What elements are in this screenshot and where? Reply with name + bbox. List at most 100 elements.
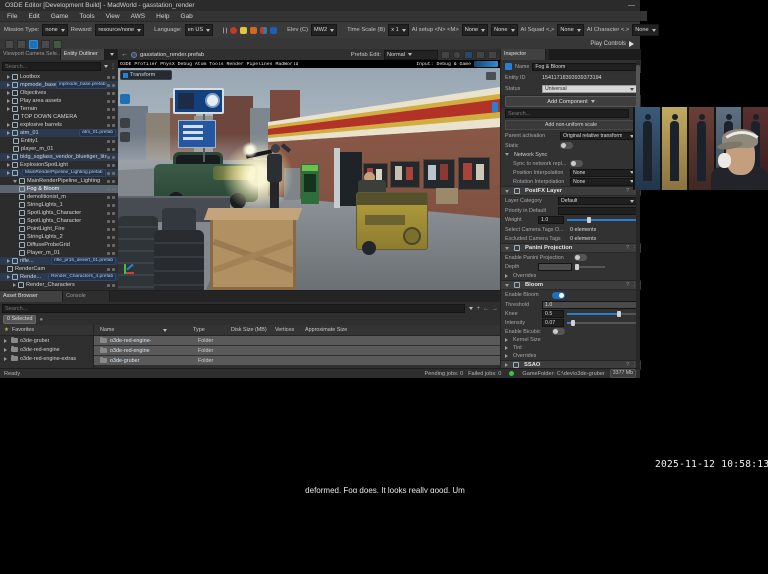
- tree-row[interactable]: atm_01atm_01.prefab: [0, 129, 118, 137]
- static-toggle[interactable]: [560, 142, 573, 149]
- bug-icon[interactable]: [270, 27, 277, 34]
- filter-icon[interactable]: [104, 65, 108, 68]
- pause-icon[interactable]: [223, 27, 227, 34]
- window-titlebar[interactable]: O3DE Editor [Development Build] - MadWor…: [0, 0, 640, 11]
- minimize-icon[interactable]: —: [628, 0, 635, 11]
- pie-icon[interactable]: [453, 51, 461, 59]
- asset-filter-icon[interactable]: [469, 307, 473, 310]
- kernel-size-label[interactable]: Kernel Size: [513, 337, 541, 343]
- ai-character-dropdown[interactable]: None: [632, 24, 658, 36]
- warning-icon[interactable]: [240, 27, 247, 34]
- tree-row[interactable]: Lootbox: [0, 73, 118, 81]
- bloom-toggle[interactable]: [552, 292, 565, 299]
- tab-asset-browser[interactable]: Asset Browser: [0, 291, 63, 302]
- tab-viewport-camera[interactable]: Viewport Camera Sele...: [0, 49, 61, 60]
- tree-row[interactable]: bldg_sqglass_vendor_bluetiger_litres_01: [0, 153, 118, 161]
- viewport-scene[interactable]: Transform: [118, 68, 500, 290]
- tree-row[interactable]: Rende...Render_Characters_4.prefab: [0, 273, 118, 281]
- globe-icon[interactable]: [464, 51, 473, 59]
- favorite-item[interactable]: o3de-red-engine: [0, 345, 93, 354]
- capture-icon[interactable]: [250, 27, 257, 34]
- tree-row[interactable]: Terrain: [0, 105, 118, 113]
- col-vertices[interactable]: Vertices: [275, 327, 305, 333]
- viewport-tool-move-icon[interactable]: [120, 94, 130, 104]
- outliner-options-icon[interactable]: ⋮: [110, 63, 116, 70]
- record-icon[interactable]: [230, 27, 237, 34]
- tree-row[interactable]: player_m_01: [0, 145, 118, 153]
- camera-toggle-icon[interactable]: [486, 72, 496, 80]
- flag-icon[interactable]: [260, 27, 267, 34]
- tree-row[interactable]: explosive barrels: [0, 121, 118, 129]
- asset-row[interactable]: o3de-red-engine-Folder: [94, 336, 500, 345]
- add-filter-icon[interactable]: +: [476, 306, 480, 312]
- video-call-tile[interactable]: Travis Boatman: [633, 107, 768, 190]
- tree-row[interactable]: rifle...rifle_pr15_desert_01.prefab: [0, 257, 118, 265]
- elev-dropdown[interactable]: MW2: [311, 24, 337, 36]
- tree-row[interactable]: Play area assets: [0, 97, 118, 105]
- weight-slider[interactable]: [567, 219, 637, 221]
- tree-row[interactable]: StringLights_2: [0, 233, 118, 241]
- knee-field[interactable]: 0.5: [542, 310, 564, 318]
- ai-setup-dropdown-2[interactable]: None: [491, 24, 517, 36]
- menu-aws[interactable]: AWS: [131, 13, 146, 20]
- col-approx-size[interactable]: Approximate Size: [305, 327, 347, 333]
- add-component-button[interactable]: Add Component: [505, 96, 637, 107]
- viewport-side-icon[interactable]: [492, 102, 498, 112]
- tree-row[interactable]: RenderCam: [0, 265, 118, 273]
- zoom-icon[interactable]: [41, 40, 50, 49]
- clear-selection-icon[interactable]: ●: [39, 317, 43, 323]
- tab-entity-outliner[interactable]: Entity Outliner: [61, 49, 106, 60]
- tree-row[interactable]: Entity1: [0, 137, 118, 145]
- outliner-search-input[interactable]: [2, 62, 101, 71]
- section-bloom[interactable]: Bloom ?⋮: [501, 280, 641, 290]
- menu-edit[interactable]: Edit: [28, 13, 39, 20]
- section-postfx-layer[interactable]: PostFX Layer ?⋮: [501, 186, 641, 196]
- menu-file[interactable]: File: [7, 13, 17, 20]
- menu-game[interactable]: Game: [51, 13, 69, 20]
- back-icon[interactable]: ←: [121, 51, 128, 58]
- time-scale-dropdown[interactable]: x 1: [388, 24, 408, 36]
- viewport-tool-rotate-icon[interactable]: [120, 118, 130, 128]
- intensity-field[interactable]: 0.07: [542, 319, 564, 327]
- menu-help[interactable]: Help: [156, 13, 169, 20]
- threshold-field[interactable]: 1.0: [542, 301, 637, 309]
- asset-row[interactable]: o3de-red-engineFolder: [94, 346, 500, 355]
- asset-processor-status-icon[interactable]: [509, 371, 514, 376]
- folder-icon[interactable]: [441, 51, 450, 59]
- menu-tools[interactable]: Tools: [79, 13, 94, 20]
- status-dropdown[interactable]: Universal: [542, 85, 637, 93]
- col-disk-size[interactable]: Disk Size (MB): [231, 327, 275, 333]
- tree-row[interactable]: SpotLights_Character: [0, 209, 118, 217]
- outliner-menu-button[interactable]: [105, 49, 118, 60]
- prefab-edit-dropdown[interactable]: Normal: [384, 50, 438, 60]
- rotation-interp-dropdown[interactable]: None: [570, 178, 637, 186]
- tree-row[interactable]: Player_m_01: [0, 249, 118, 257]
- overrides-caret-icon[interactable]: [505, 274, 508, 278]
- panini-toggle[interactable]: [574, 254, 587, 261]
- tree-row[interactable]: StringLights_1: [0, 201, 118, 209]
- selected-count-chip[interactable]: 0 Selected: [3, 315, 36, 324]
- tree-row[interactable]: mpmode_basempmode_base.prefab: [0, 81, 118, 89]
- move-icon[interactable]: [29, 40, 38, 49]
- tree-row[interactable]: demolitionist_m: [0, 193, 118, 201]
- tree-row[interactable]: PointLight_Fire: [0, 225, 118, 233]
- bloom-overrides-label[interactable]: Overrides: [513, 353, 536, 359]
- reward-dropdown[interactable]: resource/none: [95, 24, 144, 36]
- tree-row[interactable]: MainRenderPipeline_Lighting: [0, 177, 118, 185]
- knee-slider[interactable]: [567, 313, 637, 315]
- add-non-uniform-scale-button[interactable]: Add non-uniform scale: [505, 120, 637, 130]
- transform-tool-chip[interactable]: Transform: [120, 70, 172, 80]
- tab-inspector[interactable]: Inspector: [501, 49, 546, 60]
- nav-forward-icon[interactable]: →: [492, 306, 498, 312]
- position-interp-dropdown[interactable]: None: [570, 169, 637, 177]
- select-icon[interactable]: [17, 40, 26, 49]
- asset-search-input[interactable]: [2, 304, 465, 313]
- menu-view[interactable]: View: [106, 13, 120, 20]
- layout-icon[interactable]: [488, 51, 497, 59]
- intensity-slider[interactable]: [567, 322, 637, 324]
- menu-gab[interactable]: Gab: [181, 13, 193, 20]
- weight-field[interactable]: 1.0: [538, 216, 564, 224]
- network-sync-caret-icon[interactable]: [505, 153, 509, 156]
- favorite-item[interactable]: o3de-gruber: [0, 336, 93, 345]
- help-icon[interactable]: ?: [626, 188, 629, 194]
